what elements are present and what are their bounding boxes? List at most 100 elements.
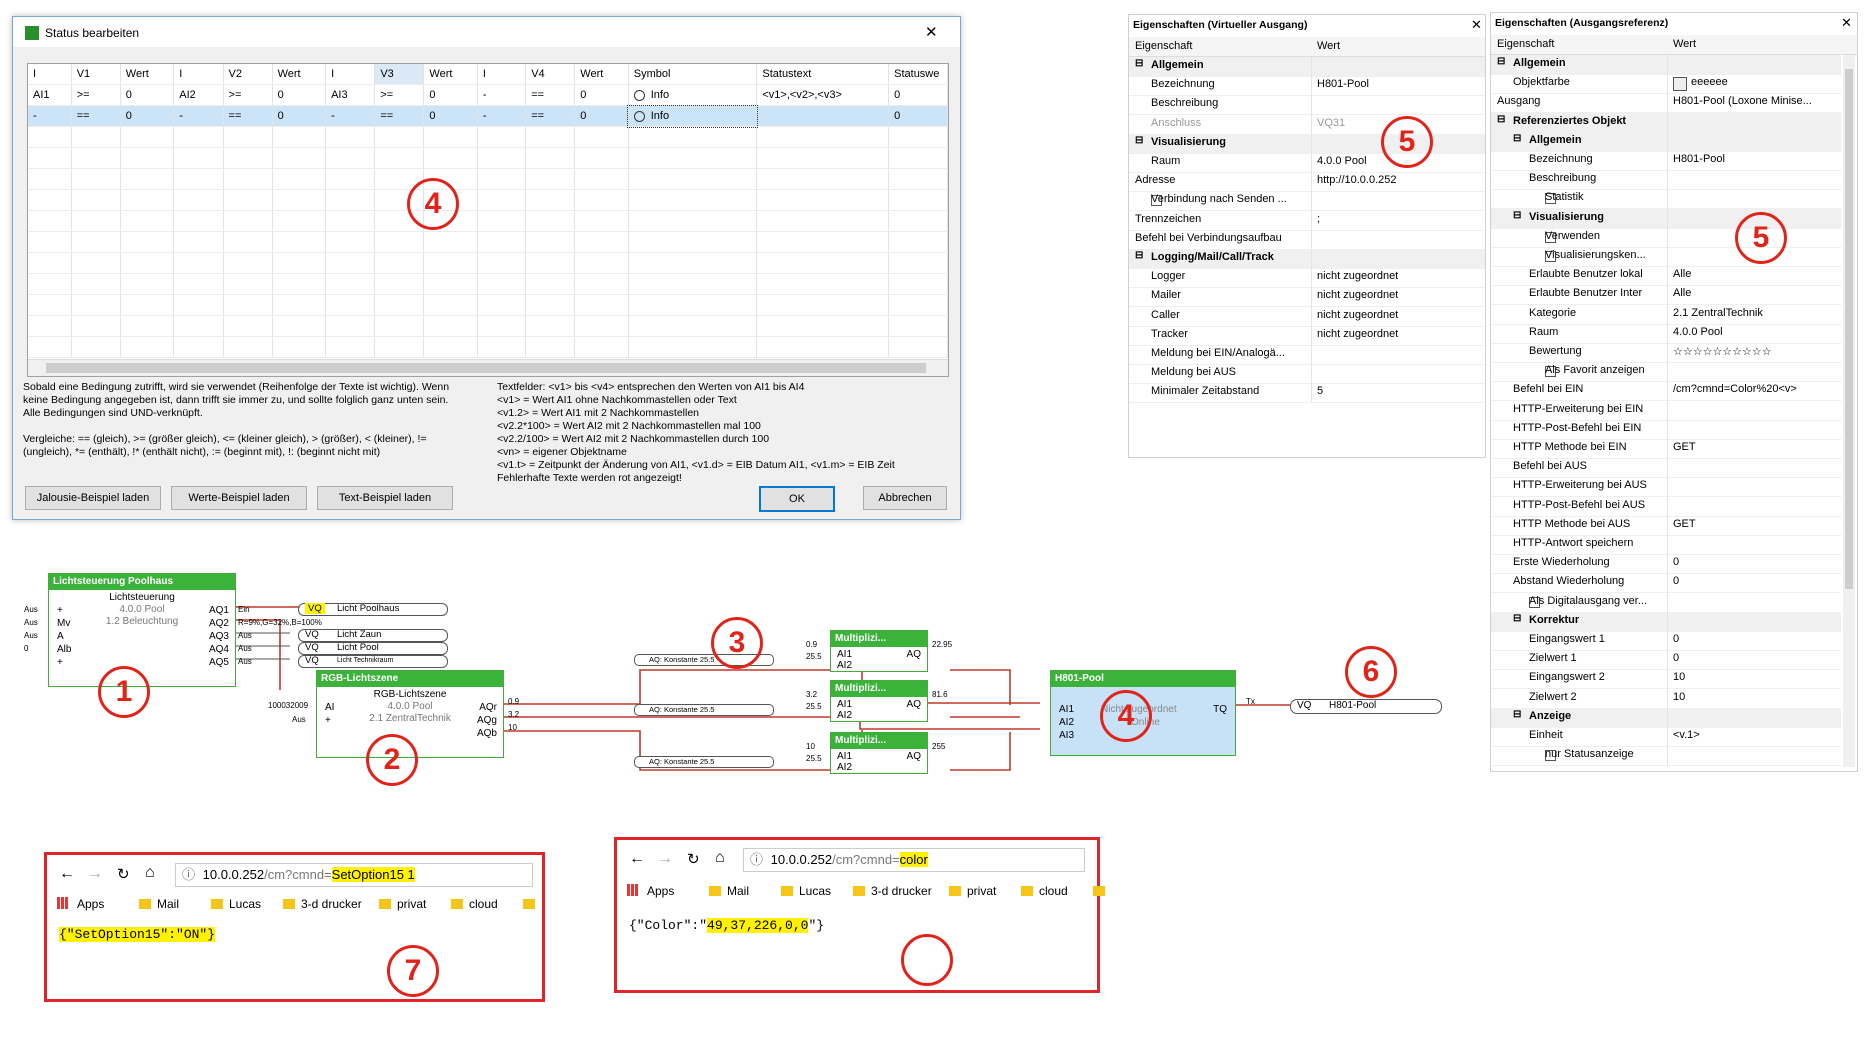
- column-header[interactable]: Wert: [574, 64, 629, 85]
- property-row[interactable]: Adresse http://10.0.0.252: [1129, 172, 1485, 193]
- property-value[interactable]: nicht zugeordnet: [1317, 270, 1398, 282]
- address-bar[interactable]: ⓘ 10.0.0.252/cm?cmnd=SetOption15 1: [175, 863, 533, 887]
- property-row[interactable]: HTTP Methode bei AUS GET: [1491, 515, 1841, 536]
- column-header[interactable]: Wert: [272, 64, 327, 85]
- table-cell[interactable]: >=: [374, 84, 425, 106]
- property-value[interactable]: nicht zugeordnet: [1317, 328, 1398, 340]
- property-value[interactable]: H801-Pool: [1673, 153, 1725, 165]
- property-value[interactable]: 0: [1673, 575, 1679, 587]
- bookmark-item[interactable]: 3-d drucker: [283, 897, 362, 911]
- close-icon[interactable]: ✕: [925, 23, 938, 41]
- property-row[interactable]: Befehl bei Verbindungsaufbau: [1129, 229, 1485, 250]
- property-value[interactable]: Alle: [1673, 268, 1691, 280]
- bookmark-item[interactable]: Mail: [139, 897, 179, 911]
- table-cell[interactable]: 0: [423, 105, 478, 127]
- table-cell[interactable]: 0: [574, 105, 629, 127]
- column-header[interactable]: Symbol: [628, 64, 758, 85]
- constant-block[interactable]: AQ: Konstante 25.5: [634, 704, 774, 716]
- table-cell[interactable]: -: [477, 84, 527, 106]
- property-row[interactable]: Erste Wiederholung 0: [1491, 554, 1841, 575]
- property-row[interactable]: HTTP-Post-Befehl bei EIN: [1491, 419, 1841, 440]
- property-row[interactable]: Meldung bei AUS: [1129, 364, 1485, 385]
- bookmark-item[interactable]: privat: [379, 897, 426, 911]
- property-row[interactable]: Meldung bei EIN/Analogä...: [1129, 345, 1485, 365]
- table-cell[interactable]: -: [28, 105, 72, 127]
- property-row[interactable]: Trennzeichen;: [1129, 210, 1485, 231]
- table-cell[interactable]: -: [477, 105, 527, 127]
- collapse-icon[interactable]: ⊟: [1497, 114, 1505, 125]
- table-cell[interactable]: ==: [525, 84, 576, 106]
- property-row[interactable]: ⊟ Allgemein: [1491, 131, 1841, 152]
- property-value[interactable]: 0: [1673, 652, 1679, 664]
- property-row[interactable]: ⊟ Visualisierung: [1491, 208, 1841, 229]
- property-row[interactable]: Minimaler Zeitabstand 5: [1129, 383, 1485, 404]
- property-row[interactable]: Bewertung ☆☆☆☆☆☆☆☆☆☆: [1491, 343, 1841, 363]
- table-cell[interactable]: <v1>,<v2>,<v3>: [756, 84, 890, 106]
- back-icon[interactable]: ←: [59, 865, 75, 883]
- horizontal-scrollbar[interactable]: [28, 359, 948, 376]
- property-row[interactable]: Ausgang H801-Pool (Loxone Minise...: [1491, 93, 1841, 114]
- property-row[interactable]: ⊟ Logging/Mail/Call/Track: [1129, 249, 1485, 269]
- property-row[interactable]: Befehl bei AUS: [1491, 458, 1841, 479]
- color-swatch[interactable]: [1673, 77, 1687, 92]
- table-cell[interactable]: ==: [223, 105, 273, 127]
- table-cell[interactable]: ==: [525, 105, 576, 127]
- property-value[interactable]: 0: [1673, 633, 1679, 645]
- property-row[interactable]: Einheit <v.1>: [1491, 727, 1841, 747]
- property-row[interactable]: Zielwert 2 10: [1491, 688, 1841, 709]
- property-row[interactable]: Mailer nicht zugeordnet: [1129, 287, 1485, 308]
- column-header[interactable]: Wert: [120, 64, 175, 85]
- back-icon[interactable]: ←: [629, 850, 645, 868]
- property-row[interactable]: Statistik: [1491, 189, 1841, 210]
- property-row[interactable]: nur Statusanzeige: [1491, 746, 1841, 767]
- property-row[interactable]: HTTP-Erweiterung bei AUS: [1491, 477, 1841, 498]
- bookmark-item[interactable]: Apps: [77, 897, 104, 911]
- property-row[interactable]: Bezeichnung H801-Pool: [1129, 76, 1485, 97]
- multiply-block[interactable]: Multiplizi... AI1 AI2 AQ: [830, 732, 928, 774]
- column-header[interactable]: I: [477, 64, 527, 85]
- property-row[interactable]: Caller nicht zugeordnet: [1129, 306, 1485, 327]
- property-value[interactable]: 10: [1673, 691, 1685, 703]
- apps-icon[interactable]: [627, 884, 639, 896]
- property-row[interactable]: ⊟ Referenziertes Objekt: [1491, 112, 1841, 133]
- table-cell[interactable]: ==: [71, 105, 121, 127]
- property-row[interactable]: Beschreibung: [1129, 95, 1485, 116]
- scroll-thumb[interactable]: [46, 363, 926, 373]
- table-cell[interactable]: ==: [374, 105, 425, 127]
- property-row[interactable]: Beschreibung: [1491, 170, 1841, 191]
- property-value[interactable]: http://10.0.0.252: [1317, 174, 1397, 186]
- table-cell[interactable]: -: [325, 105, 376, 127]
- text-example-button[interactable]: Text-Beispiel laden: [317, 486, 453, 510]
- table-cell[interactable]: 0: [574, 84, 629, 106]
- column-header[interactable]: I: [325, 64, 376, 85]
- reload-icon[interactable]: ↻: [117, 865, 130, 883]
- reload-icon[interactable]: ↻: [687, 850, 700, 868]
- table-cell[interactable]: 0: [888, 105, 948, 127]
- property-row[interactable]: HTTP-Post-Befehl bei AUS: [1491, 496, 1841, 517]
- collapse-icon[interactable]: ⊟: [1513, 709, 1521, 720]
- property-row[interactable]: Eingangswert 1 0: [1491, 631, 1841, 651]
- multiply-block[interactable]: Multiplizi... AI1 AI2 AQ: [830, 630, 928, 672]
- property-value[interactable]: ;: [1317, 213, 1320, 225]
- property-value[interactable]: GET: [1673, 441, 1696, 453]
- collapse-icon[interactable]: ⊟: [1513, 210, 1521, 221]
- radio-icon[interactable]: [633, 89, 645, 101]
- property-value[interactable]: nicht zugeordnet: [1317, 309, 1398, 321]
- property-row[interactable]: Zielwert 1 0: [1491, 650, 1841, 671]
- bookmark-item[interactable]: cloud: [451, 897, 498, 911]
- property-row[interactable]: Visualisierungsken...: [1491, 247, 1841, 267]
- property-value[interactable]: 10: [1673, 671, 1685, 683]
- ok-button[interactable]: OK: [759, 486, 835, 512]
- vq-out-box[interactable]: VQ H801-Pool: [1290, 699, 1442, 714]
- panel1-close-icon[interactable]: ✕: [1471, 17, 1482, 33]
- home-icon[interactable]: ⌂: [715, 849, 725, 867]
- table-cell[interactable]: -: [173, 105, 224, 127]
- cancel-button[interactable]: Abbrechen: [863, 486, 947, 510]
- property-row[interactable]: ⊟ Anzeige: [1491, 707, 1841, 728]
- panel2-scrollbar[interactable]: [1843, 55, 1855, 767]
- column-header[interactable]: Statuswe: [888, 64, 948, 85]
- table-cell[interactable]: 0: [272, 84, 327, 106]
- light-control-block[interactable]: Lichtsteuerung Poolhaus Lichtsteuerung 4…: [48, 573, 236, 687]
- property-row[interactable]: Erlaubte Benutzer Inter Alle: [1491, 285, 1841, 306]
- property-value[interactable]: H801-Pool: [1317, 78, 1369, 90]
